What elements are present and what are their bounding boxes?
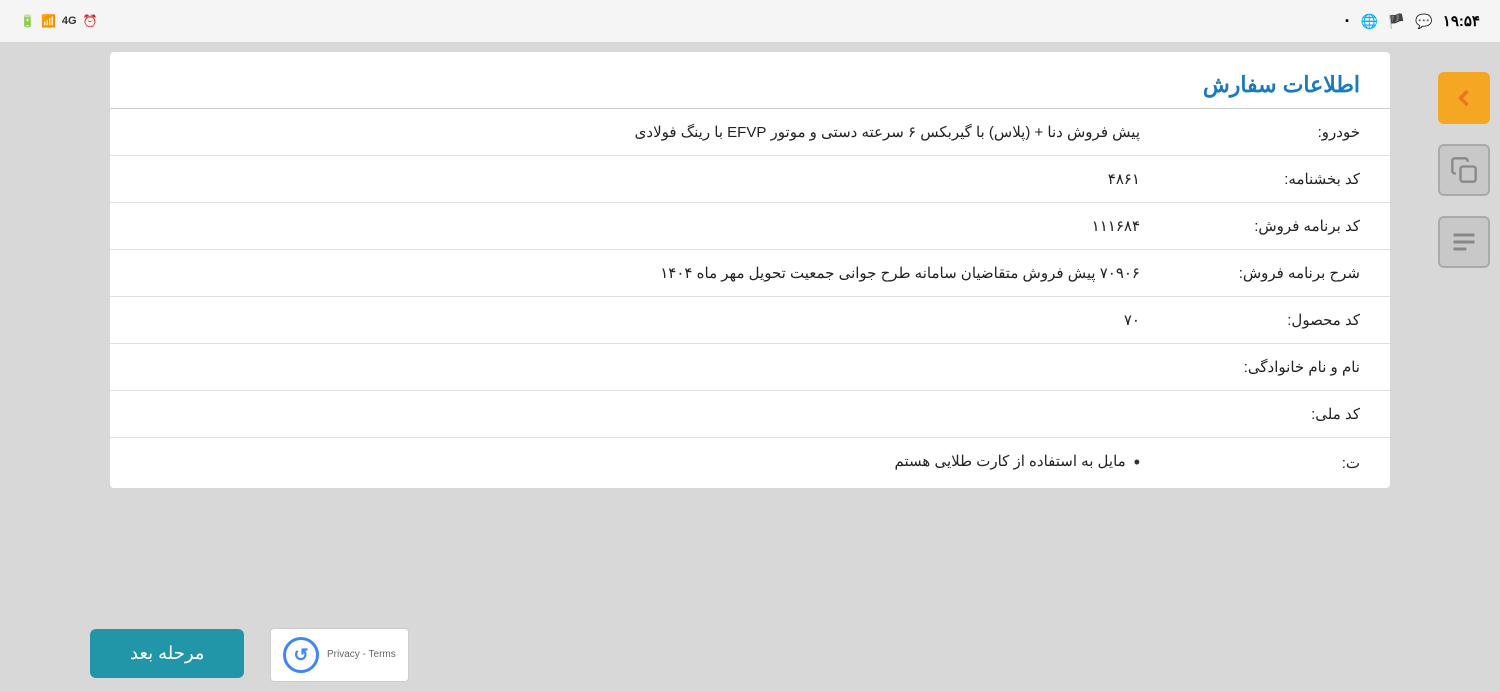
label-name: نام و نام خانوادگی: bbox=[1170, 344, 1390, 391]
value-car: پیش فروش دنا + (پلاس) با گیربکس ۶ سرعته … bbox=[110, 109, 1170, 156]
separator: - bbox=[360, 649, 369, 660]
4g-icon: 4G bbox=[62, 15, 77, 27]
card-header: اطلاعات سفارش bbox=[110, 52, 1390, 108]
value-program-desc: ۷۰۹۰۶ پیش فروش متقاضیان سامانه طرح جوانی… bbox=[110, 250, 1170, 297]
recaptcha-icon: ↺ bbox=[283, 637, 319, 673]
back-button[interactable] bbox=[1438, 72, 1490, 124]
screen: 🔋 📶 4G ⏰ · 🌐 🏴 💬 ۱۹:۵۴ bbox=[0, 0, 1500, 692]
value-product-code: ۷۰ bbox=[110, 297, 1170, 344]
flag-icon: 🏴 bbox=[1388, 13, 1405, 30]
next-button[interactable]: مرحله بعد bbox=[90, 629, 244, 678]
label-car: خودرو: bbox=[1170, 109, 1390, 156]
label-program-code: کد برنامه فروش: bbox=[1170, 203, 1390, 250]
table-row: کد بخشنامه: ۴۸۶۱ bbox=[110, 156, 1390, 203]
value-national-id bbox=[110, 391, 1170, 438]
menu-button[interactable] bbox=[1438, 216, 1490, 268]
table-row: کد برنامه فروش: ۱۱۱۶۸۴ bbox=[110, 203, 1390, 250]
label-program-desc: شرح برنامه فروش: bbox=[1170, 250, 1390, 297]
label-code: کد بخشنامه: bbox=[1170, 156, 1390, 203]
status-bar: 🔋 📶 4G ⏰ · 🌐 🏴 💬 ۱۹:۵۴ bbox=[0, 0, 1500, 42]
label-preference: ت: bbox=[1170, 438, 1390, 488]
bullet-dot: • bbox=[1134, 452, 1140, 474]
recaptcha-badge: ↺ Privacy - Terms bbox=[270, 628, 409, 682]
signal-icon: 📶 bbox=[41, 14, 56, 28]
copy-button[interactable] bbox=[1438, 144, 1490, 196]
chat-icon: 💬 bbox=[1415, 13, 1432, 30]
privacy-terms-text: Privacy - Terms bbox=[327, 648, 396, 662]
table-row: نام و نام خانوادگی: bbox=[110, 344, 1390, 391]
value-preference: • مایل به استفاده از کارت طلایی هستم bbox=[110, 438, 1170, 488]
label-product-code: کد محصول: bbox=[1170, 297, 1390, 344]
value-name bbox=[110, 344, 1170, 391]
table-row: کد ملی: bbox=[110, 391, 1390, 438]
table-row: خودرو: پیش فروش دنا + (پلاس) با گیربکس ۶… bbox=[110, 109, 1390, 156]
privacy-link[interactable]: Privacy bbox=[327, 649, 360, 660]
clock-icon: ⏰ bbox=[83, 14, 98, 28]
order-info-card: اطلاعات سفارش خودرو: پیش فروش دنا + (پلا… bbox=[110, 52, 1390, 488]
time-display: ۱۹:۵۴ bbox=[1443, 12, 1480, 30]
status-icons: 🔋 📶 4G ⏰ bbox=[20, 14, 98, 28]
value-program-code: ۱۱۱۶۸۴ bbox=[110, 203, 1170, 250]
status-right: · 🌐 🏴 💬 ۱۹:۵۴ bbox=[1344, 11, 1480, 32]
terms-link[interactable]: Terms bbox=[369, 649, 396, 660]
dot-icon: · bbox=[1344, 11, 1350, 32]
value-code: ۴۸۶۱ bbox=[110, 156, 1170, 203]
card-title: اطلاعات سفارش bbox=[1203, 72, 1360, 97]
table-row: ت: • مایل به استفاده از کارت طلایی هستم bbox=[110, 438, 1390, 488]
bullet-item: • مایل به استفاده از کارت طلایی هستم bbox=[140, 452, 1140, 474]
translate-icon: 🌐 bbox=[1360, 13, 1377, 30]
label-national-id: کد ملی: bbox=[1170, 391, 1390, 438]
table-row: کد محصول: ۷۰ bbox=[110, 297, 1390, 344]
info-table: خودرو: پیش فروش دنا + (پلاس) با گیربکس ۶… bbox=[110, 109, 1390, 488]
side-buttons bbox=[1438, 72, 1490, 268]
main-content: اطلاعات سفارش خودرو: پیش فروش دنا + (پلا… bbox=[0, 42, 1500, 692]
table-row: شرح برنامه فروش: ۷۰۹۰۶ پیش فروش متقاضیان… bbox=[110, 250, 1390, 297]
battery-icon: 🔋 bbox=[20, 14, 35, 28]
preference-text: مایل به استفاده از کارت طلایی هستم bbox=[895, 452, 1126, 470]
